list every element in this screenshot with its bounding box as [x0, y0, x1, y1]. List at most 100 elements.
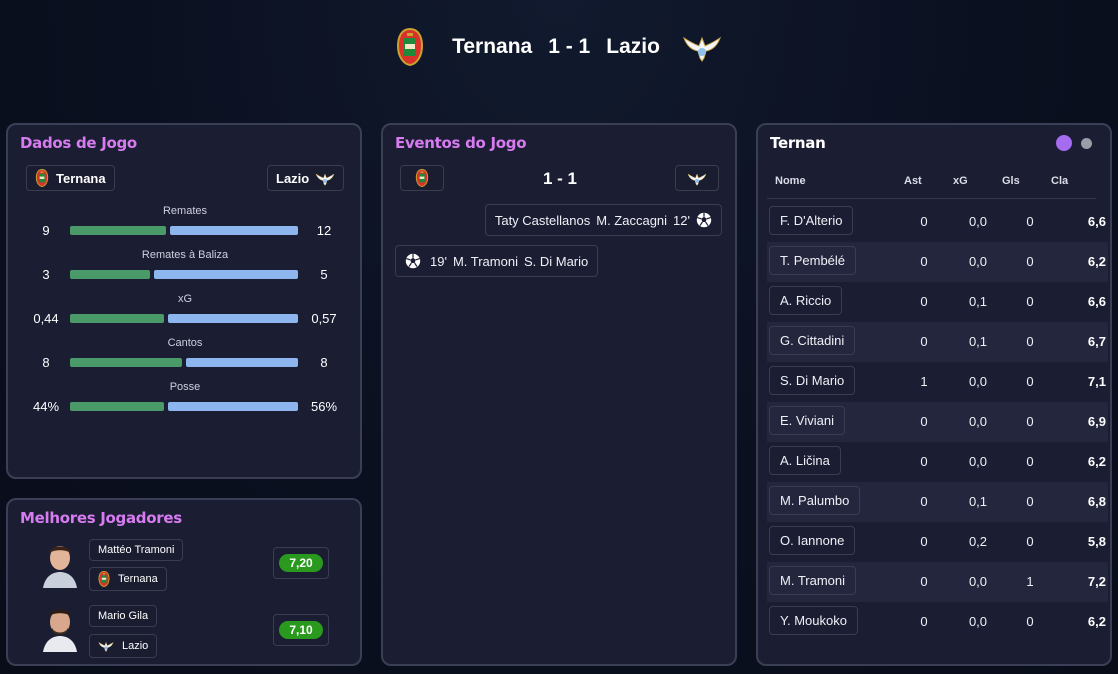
- cell-xg: 0,0: [968, 614, 988, 629]
- player-name-pill[interactable]: M. Palumbo: [769, 486, 861, 515]
- player-name-pill[interactable]: T. Pembélé: [769, 246, 857, 275]
- stat-away-bar: [168, 314, 298, 323]
- col-header-gls[interactable]: Gls: [1002, 175, 1020, 187]
- player-rating-box[interactable]: 7,20: [273, 547, 329, 579]
- cell-gls: 0: [1026, 294, 1034, 309]
- cell-ast: 0: [920, 614, 928, 629]
- player-name: Mattéo Tramoni: [98, 544, 175, 556]
- player-name-pill[interactable]: A. Ličina: [769, 446, 841, 475]
- player-table-card: Ternan Nome Ast xG Gls Cla F. D'Alterio 0…: [756, 123, 1112, 666]
- cell-xg: 0,1: [968, 334, 988, 349]
- cell-ast: 0: [920, 534, 928, 549]
- header-divider: [767, 198, 1096, 199]
- col-header-xg[interactable]: xG: [953, 175, 968, 187]
- stat-away-bar: [168, 402, 298, 411]
- stat-away-bar: [154, 270, 298, 279]
- table-row[interactable]: F. D'Alterio 0 0,0 0 6,6: [767, 202, 1108, 242]
- cell-gls: 0: [1026, 254, 1034, 269]
- table-row[interactable]: E. Viviani 0 0,0 0 6,9: [767, 402, 1108, 442]
- home-team-label: Ternana: [56, 170, 106, 186]
- home-team-pill[interactable]: Ternana: [26, 165, 115, 191]
- stat-home-bar: [70, 270, 150, 279]
- stat-home-bar: [70, 402, 164, 411]
- player-team-pill[interactable]: Lazio: [89, 634, 158, 658]
- table-row[interactable]: M. Palumbo 0 0,1 0 6,8: [767, 482, 1108, 522]
- cell-cla: 6,6: [1087, 214, 1106, 229]
- home-team-name: Ternana: [452, 35, 533, 58]
- cell-xg: 0,0: [968, 574, 988, 589]
- col-header-name[interactable]: Nome: [775, 175, 806, 187]
- player-name-pill[interactable]: A. Riccio: [769, 286, 843, 315]
- cell-xg: 0,0: [968, 254, 988, 269]
- lazio-eagle-icon: [687, 171, 707, 186]
- stat-away-value: 12: [316, 223, 332, 238]
- event-scorer: M. Tramoni: [452, 253, 518, 269]
- table-row[interactable]: G. Cittadini 0 0,1 0 6,7: [767, 322, 1108, 362]
- lazio-eagle-icon: [315, 171, 335, 186]
- toggle-dot-active[interactable]: [1056, 135, 1072, 151]
- player-avatar: [43, 609, 77, 652]
- cell-xg: 0,0: [968, 374, 988, 389]
- cell-ast: 0: [920, 254, 928, 269]
- stat-away-value: 0,57: [311, 311, 337, 326]
- soccer-ball-icon: [405, 253, 421, 269]
- stat-home-value: 0,44: [33, 311, 59, 326]
- col-header-cla[interactable]: Cla: [1051, 175, 1068, 187]
- event-assist: S. Di Mario: [523, 253, 589, 269]
- player-name-pill[interactable]: O. Iannone: [769, 526, 856, 555]
- player-rating: 7,20: [279, 554, 323, 572]
- stat-home-bar: [70, 358, 182, 367]
- table-row[interactable]: O. Iannone 0 0,2 0 5,8: [767, 522, 1108, 562]
- cell-cla: 6,8: [1087, 494, 1106, 509]
- player-name-pill[interactable]: S. Di Mario: [769, 366, 856, 395]
- event-assist: M. Zaccagni: [596, 212, 668, 228]
- cell-cla: 6,9: [1087, 414, 1106, 429]
- event-home-goal[interactable]: 19' M. Tramoni S. Di Mario: [395, 245, 599, 277]
- cell-ast: 0: [920, 574, 928, 589]
- card-title: Dados de Jogo: [20, 134, 137, 152]
- best-players-card: Melhores Jogadores Mattéo Tramoni Ternan…: [6, 498, 362, 666]
- player-name-pill[interactable]: Mattéo Tramoni: [89, 539, 184, 561]
- player-name-pill[interactable]: G. Cittadini: [769, 326, 856, 355]
- cell-xg: 0,0: [968, 414, 988, 429]
- stat-home-value: 3: [42, 267, 50, 282]
- table-row[interactable]: Y. Moukoko 0 0,0 0 6,2: [767, 602, 1108, 642]
- table-row[interactable]: A. Riccio 0 0,1 0 6,6: [767, 282, 1108, 322]
- player-name-pill[interactable]: Y. Moukoko: [769, 606, 858, 635]
- cell-xg: 0,0: [968, 454, 988, 469]
- player-name-pill[interactable]: Mario Gila: [89, 605, 158, 627]
- stat-label: xG: [177, 293, 193, 305]
- stat-away-value: 5: [320, 267, 328, 282]
- player-rating: 7,10: [279, 621, 323, 639]
- event-minute: 12': [673, 212, 690, 228]
- toggle-dot-inactive[interactable]: [1081, 138, 1092, 149]
- event-away-goal[interactable]: Taty Castellanos M. Zaccagni 12': [484, 204, 722, 236]
- away-crest-pill[interactable]: [675, 165, 719, 191]
- cell-xg: 0,0: [968, 214, 988, 229]
- match-events-card: Eventos do Jogo 1 - 1 Taty Castellanos M…: [381, 123, 737, 666]
- player-team: Ternana: [118, 573, 158, 585]
- cell-ast: 0: [920, 214, 928, 229]
- cell-gls: 0: [1026, 214, 1034, 229]
- table-row[interactable]: T. Pembélé 0 0,0 0 6,2: [767, 242, 1108, 282]
- lazio-eagle-icon: [682, 32, 722, 62]
- player-rating-box[interactable]: 7,10: [273, 614, 329, 646]
- cell-gls: 0: [1026, 494, 1034, 509]
- table-row[interactable]: A. Ličina 0 0,0 0 6,2: [767, 442, 1108, 482]
- stat-home-bar: [70, 314, 164, 323]
- cell-cla: 6,2: [1087, 254, 1106, 269]
- player-name-pill[interactable]: E. Viviani: [769, 406, 845, 435]
- ternana-crest-icon: [396, 28, 424, 66]
- table-row[interactable]: M. Tramoni 0 0,0 1 7,2: [767, 562, 1108, 602]
- table-row[interactable]: S. Di Mario 1 0,0 0 7,1: [767, 362, 1108, 402]
- away-team-pill[interactable]: Lazio: [267, 165, 345, 191]
- player-team-pill[interactable]: Ternana: [89, 567, 167, 591]
- player-name-pill[interactable]: F. D'Alterio: [769, 206, 854, 235]
- cell-ast: 0: [920, 294, 928, 309]
- player-name-pill[interactable]: M. Tramoni: [769, 566, 857, 595]
- col-header-ast[interactable]: Ast: [904, 175, 922, 187]
- stat-label: Remates: [162, 205, 208, 217]
- cell-ast: 0: [920, 454, 928, 469]
- stat-label: Cantos: [167, 337, 203, 349]
- cell-gls: 0: [1026, 374, 1034, 389]
